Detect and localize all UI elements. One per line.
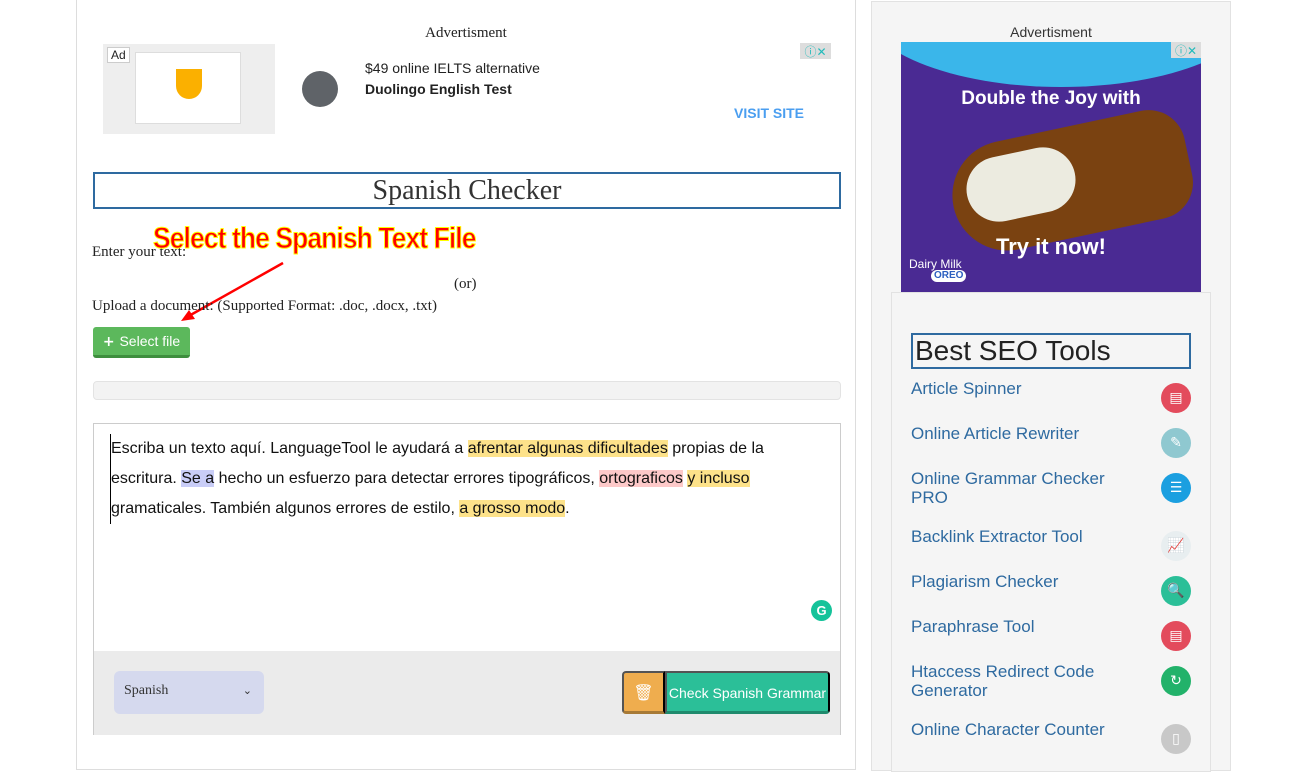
select-file-label: Select file — [119, 333, 181, 349]
redirect-icon: ↻ — [1161, 666, 1191, 696]
check-grammar-button[interactable]: Check Spanish Grammar — [665, 671, 830, 714]
or-label: (or) — [454, 276, 477, 292]
magnifier-icon: 🔍 — [1161, 576, 1191, 606]
trash-icon: 🗑 — [633, 683, 654, 702]
seo-tool-label: Backlink Extractor Tool — [911, 527, 1083, 546]
seo-tool-link[interactable]: Paraphrase Tool ▤ — [911, 617, 1191, 651]
progress-bar — [93, 381, 841, 400]
ad-badge: Ad — [107, 47, 130, 63]
plus-icon: + — [102, 334, 120, 350]
text-segment: Escriba un texto aquí. LanguageTool le a… — [111, 440, 468, 457]
seo-tool-label: Article Spinner — [911, 379, 1022, 398]
visit-site-link[interactable]: VISIT SITE — [734, 105, 804, 121]
language-select[interactable]: Spanish ⌄ — [114, 671, 264, 714]
highlighted-error[interactable]: a grosso modo — [459, 500, 566, 517]
document-icon: ▤ — [1161, 621, 1191, 651]
ad-image[interactable]: Ad — [103, 44, 275, 134]
grammarly-icon[interactable]: G — [811, 600, 832, 621]
seo-tool-link[interactable]: Online Grammar Checker PRO ☰ — [911, 469, 1191, 507]
language-value: Spanish — [124, 683, 169, 698]
sidebar: Advertisment Double the Joy with Try it … — [871, 1, 1231, 772]
annotation-callout: Select the Spanish Text File — [153, 222, 477, 256]
ad-close-icon[interactable]: ⓘ✕ — [1171, 42, 1201, 58]
highlighted-error[interactable]: ortograficos — [599, 470, 683, 487]
seo-tool-label: Plagiarism Checker — [911, 572, 1059, 591]
text-segment: gramaticales. También algunos errores de… — [111, 500, 460, 517]
highlighted-error[interactable]: y incluso — [687, 470, 750, 487]
text-editor[interactable]: Escriba un texto aquí. LanguageTool le a… — [93, 423, 841, 735]
chevron-down-icon: ⌄ — [242, 684, 252, 697]
seo-tool-label: Online Grammar Checker PRO — [911, 469, 1105, 507]
document-icon: ▤ — [1161, 383, 1191, 413]
upload-label: Upload a document: (Supported Format: .d… — [92, 298, 437, 314]
seo-tool-link[interactable]: Htaccess Redirect Code Generator ↻ — [911, 662, 1191, 700]
select-file-button[interactable]: + Select file — [93, 327, 190, 358]
seo-tool-link[interactable]: Article Spinner ▤ — [911, 379, 1191, 413]
ad-headline[interactable]: $49 online IELTS alternative — [365, 60, 540, 76]
sidebar-ad-label: Advertisment — [1010, 24, 1092, 40]
sidebar-ad[interactable]: Double the Joy with Try it now! Dairy Mi… — [901, 42, 1201, 292]
annotation-arrow-icon — [181, 261, 284, 321]
checklist-icon: ☰ — [1161, 473, 1191, 503]
ad-close-icon[interactable]: ⓘ✕ — [800, 43, 831, 59]
seo-tools-panel: Best SEO Tools Article Spinner ▤ Online Ar… — [891, 292, 1211, 772]
ad-advertiser[interactable]: Duolingo English Test — [365, 81, 512, 97]
sidebar-ad-headline: Double the Joy with — [961, 88, 1141, 109]
seo-tool-link[interactable]: Online Article Rewriter ✎ — [911, 424, 1191, 458]
page-icon: ▯ — [1161, 724, 1191, 754]
highlighted-error[interactable]: Se a — [181, 470, 215, 487]
text-segment: . — [565, 500, 570, 517]
page-title: Spanish Checker — [93, 172, 841, 209]
highlighted-error[interactable]: afrentar algunas dificultades — [467, 440, 668, 457]
shield-logo-icon — [176, 69, 202, 99]
seo-tool-label: Htaccess Redirect Code Generator — [911, 662, 1095, 700]
seo-tool-link[interactable]: Backlink Extractor Tool 📈 — [911, 527, 1191, 561]
editor-toolbar: Spanish ⌄ 🗑 Check Spanish Grammar — [94, 651, 840, 735]
clear-button[interactable]: 🗑 — [622, 671, 665, 714]
editor-text[interactable]: Escriba un texto aquí. LanguageTool le a… — [110, 434, 820, 524]
text-segment: hecho un esfuerzo para detectar errores … — [214, 470, 600, 487]
globe-icon — [302, 71, 338, 107]
seo-tool-link[interactable]: Plagiarism Checker 🔍 — [911, 572, 1191, 606]
seo-tools-title: Best SEO Tools — [911, 333, 1191, 369]
pencil-doc-icon: ✎ — [1161, 428, 1191, 458]
sidebar-ad-brand: Dairy Milk OREO — [909, 258, 967, 282]
seo-tool-label: Paraphrase Tool — [911, 617, 1035, 636]
seo-tool-link[interactable]: Online Character Counter ▯ — [911, 720, 1191, 754]
seo-tool-label: Online Article Rewriter — [911, 424, 1080, 443]
main-panel: Advertisment Ad $49 online IELTS alterna… — [76, 0, 856, 770]
seo-tool-label: Online Character Counter — [911, 720, 1105, 739]
ad-label: Advertisment — [425, 25, 507, 41]
chart-icon: 📈 — [1161, 531, 1191, 561]
